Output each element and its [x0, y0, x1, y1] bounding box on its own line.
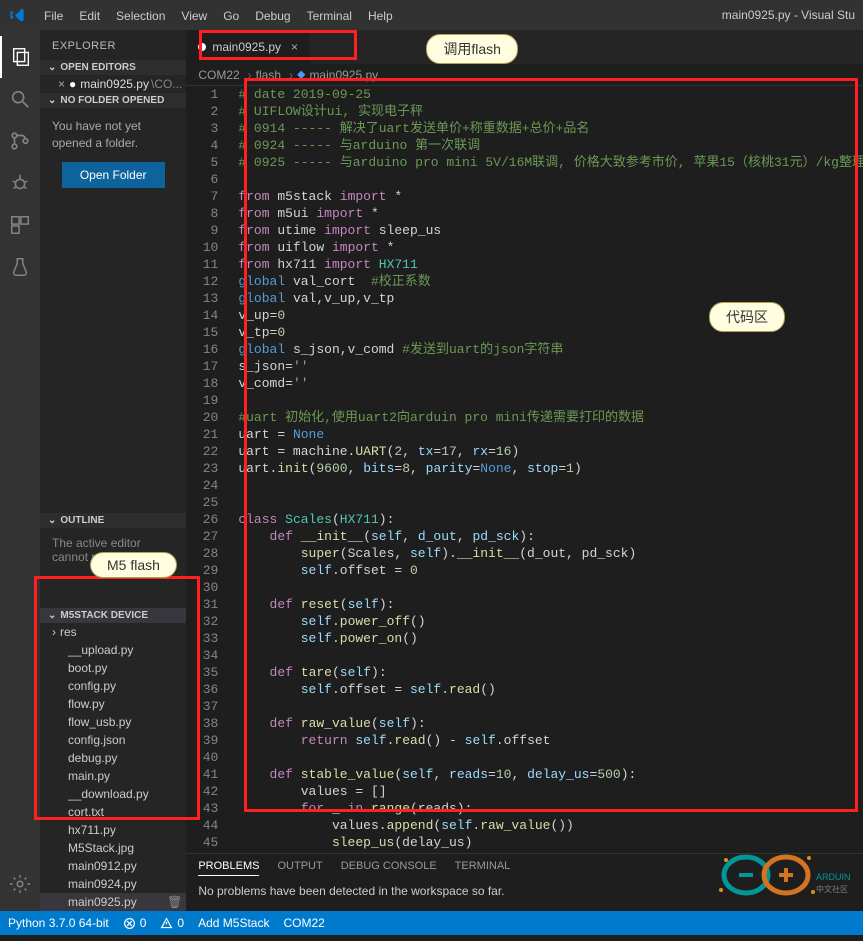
tree-file[interactable]: main0912.py: [40, 857, 186, 875]
menu-edit[interactable]: Edit: [71, 5, 108, 27]
callout-tab: 调用flash: [426, 34, 518, 64]
menubar: FileEditSelectionViewGoDebugTerminalHelp…: [0, 0, 863, 30]
extensions-icon[interactable]: [0, 204, 40, 246]
test-icon[interactable]: [0, 246, 40, 288]
no-folder-message: You have not yet opened a folder.: [52, 118, 174, 152]
svg-text:中文社区: 中文社区: [816, 884, 848, 894]
status-errors[interactable]: 0: [123, 916, 147, 930]
settings-gear-icon[interactable]: [0, 863, 40, 905]
menu-file[interactable]: File: [36, 5, 71, 27]
debug-icon[interactable]: [0, 162, 40, 204]
open-folder-button[interactable]: Open Folder: [62, 162, 165, 188]
chevron-down-icon: ⌄: [48, 95, 56, 106]
status-com[interactable]: COM22: [283, 916, 324, 930]
tree-file[interactable]: __download.py: [40, 785, 186, 803]
menu-terminal[interactable]: Terminal: [299, 5, 360, 27]
status-warnings[interactable]: 0: [160, 916, 184, 930]
tab-bar: main0925.py ×: [186, 30, 863, 64]
tree-file[interactable]: flow.py: [40, 695, 186, 713]
chevron-down-icon: ⌄: [48, 62, 56, 73]
tree-file[interactable]: flow_usb.py: [40, 713, 186, 731]
open-editors-section[interactable]: ⌄ OPEN EDITORS: [40, 60, 186, 75]
tree-file[interactable]: main0924.py: [40, 875, 186, 893]
svg-text:ARDUINO: ARDUINO: [816, 872, 851, 882]
panel-tab-problems[interactable]: PROBLEMS: [198, 860, 259, 876]
open-editor-item[interactable]: × ● main0925.py \CO...: [40, 75, 186, 93]
callout-code: 代码区: [709, 302, 785, 332]
sidebar: EXPLORER ⌄ OPEN EDITORS × ● main0925.py …: [40, 30, 186, 911]
chevron-down-icon: ⌄: [48, 610, 56, 621]
tree-file[interactable]: __upload.py: [40, 641, 186, 659]
tree-file[interactable]: main0925.py 🗑: [40, 893, 186, 911]
close-icon[interactable]: ×: [58, 77, 65, 91]
window-title: main0925.py - Visual Stu: [722, 8, 855, 22]
modified-dot-icon: [198, 43, 206, 51]
no-folder-section[interactable]: ⌄ NO FOLDER OPENED: [40, 93, 186, 108]
tab-label: main0925.py: [212, 40, 281, 54]
sidebar-title: EXPLORER: [40, 30, 186, 60]
breadcrumbs[interactable]: COM22 › flash › ⬥ main0925.py: [186, 64, 863, 86]
panel-tab-terminal[interactable]: TERMINAL: [455, 860, 511, 876]
menu-debug[interactable]: Debug: [247, 5, 298, 27]
search-icon[interactable]: [0, 78, 40, 120]
tree-file[interactable]: cort.txt: [40, 803, 186, 821]
callout-m5: M5 flash: [90, 552, 177, 578]
tree-file[interactable]: boot.py: [40, 659, 186, 677]
chevron-down-icon: ⌄: [48, 515, 56, 526]
status-python[interactable]: Python 3.7.0 64-bit: [8, 916, 109, 930]
panel-tab-output[interactable]: OUTPUT: [277, 860, 322, 876]
status-bar: Python 3.7.0 64-bit 0 0 Add M5Stack COM2…: [0, 911, 863, 935]
arduino-watermark: ARDUINO 中文社区: [701, 840, 851, 913]
python-file-icon: ⬥: [297, 67, 305, 82]
tree-file[interactable]: hx711.py: [40, 821, 186, 839]
tree-file[interactable]: debug.py: [40, 749, 186, 767]
editor-area: main0925.py × COM22 › flash › ⬥ main0925…: [186, 30, 863, 911]
menu-help[interactable]: Help: [360, 5, 401, 27]
menu-selection[interactable]: Selection: [108, 5, 173, 27]
trash-icon[interactable]: 🗑: [167, 895, 182, 909]
tree-file[interactable]: M5Stack.jpg: [40, 839, 186, 857]
explorer-icon[interactable]: [0, 36, 40, 78]
close-icon[interactable]: ×: [291, 40, 298, 54]
line-gutter: 1234567891011121314151617181920212223242…: [186, 86, 230, 853]
menu-view[interactable]: View: [173, 5, 215, 27]
panel-tab-debug-console[interactable]: DEBUG CONSOLE: [341, 860, 437, 876]
vscode-logo-icon: [8, 6, 26, 24]
editor-tab[interactable]: main0925.py ×: [186, 30, 311, 64]
tree-file[interactable]: config.py: [40, 677, 186, 695]
source-control-icon[interactable]: [0, 120, 40, 162]
activity-bar: [0, 30, 40, 911]
tree-folder-res[interactable]: ›res: [40, 623, 186, 641]
tree-file[interactable]: main.py: [40, 767, 186, 785]
tree-file[interactable]: config.json: [40, 731, 186, 749]
modified-dot-icon: ●: [69, 77, 76, 91]
m5stack-section[interactable]: ⌄ M5STACK DEVICE: [40, 608, 186, 623]
menu-go[interactable]: Go: [215, 5, 247, 27]
outline-section[interactable]: ⌄ OUTLINE: [40, 513, 186, 528]
code-editor[interactable]: 1234567891011121314151617181920212223242…: [186, 86, 863, 853]
status-add-m5stack[interactable]: Add M5Stack: [198, 916, 269, 930]
code-content[interactable]: # date 2019-09-25# UIFLOW设计ui, 实现电子秤# 09…: [230, 86, 863, 853]
